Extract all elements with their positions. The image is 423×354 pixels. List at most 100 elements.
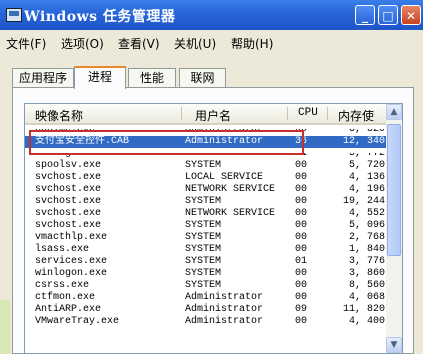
user-name-cell: NETWORK SERVICE (185, 208, 276, 219)
table-row[interactable]: svchost.exe SYSTEM 00 19, 244 (25, 196, 388, 207)
highlight-annotation-box (29, 130, 304, 155)
memory-cell: 4, 552 (348, 208, 385, 219)
column-divider[interactable] (181, 107, 182, 120)
process-name-cell: vmacthlp.exe (35, 232, 108, 243)
tab-applications[interactable]: 应用程序 (12, 68, 74, 87)
column-cpu[interactable]: CPU (298, 107, 318, 119)
tab-performance[interactable]: 性能 (128, 68, 176, 87)
memory-cell: 4, 068 (348, 292, 385, 303)
process-name-cell: spoolsv.exe (35, 160, 102, 171)
table-row[interactable]: VMwareTray.exe Administrator 00 4, 400 (25, 316, 388, 327)
memory-cell: 1, 840 (348, 244, 385, 255)
memory-cell: 3, 860 (348, 268, 385, 279)
menu-options[interactable]: 选项(O) (61, 35, 104, 52)
cpu-cell: 09 (295, 304, 308, 315)
task-manager-app-icon (6, 8, 22, 22)
memory-cell: 3, 820 (348, 124, 385, 135)
minimize-button[interactable]: _ (355, 5, 375, 25)
cpu-cell: 00 (295, 184, 308, 195)
memory-cell: 4, 136 (348, 172, 385, 183)
user-name-cell: SYSTEM (185, 244, 222, 255)
column-header-row: 映像名称 用户名 CPU 内存使 (25, 104, 388, 125)
process-name-cell: svchost.exe (35, 220, 102, 231)
cpu-cell: 00 (295, 280, 308, 291)
cpu-cell: 00 (295, 316, 308, 327)
scroll-up-button[interactable]: ▲ (386, 104, 402, 120)
process-name-cell: svchost.exe (35, 196, 102, 207)
memory-cell: 19, 244 (342, 196, 385, 207)
process-name-cell: csrss.exe (35, 280, 90, 291)
table-row[interactable]: services.exe SYSTEM 01 3, 776 (25, 256, 388, 267)
process-name-cell: svchost.exe (35, 184, 102, 195)
table-row[interactable]: ctfmon.exe Administrator 00 4, 068 (25, 292, 388, 303)
memory-cell: 5, 720 (348, 160, 385, 171)
user-name-cell: SYSTEM (185, 232, 222, 243)
maximize-button[interactable]: □ (378, 5, 398, 25)
user-name-cell: NETWORK SERVICE (185, 184, 276, 195)
process-name-cell: svchost.exe (35, 172, 102, 183)
close-button[interactable]: ✕ (401, 5, 421, 25)
table-row[interactable]: csrss.exe SYSTEM 00 8, 560 (25, 280, 388, 291)
process-name-cell: winlogon.exe (35, 268, 108, 279)
user-name-cell: SYSTEM (185, 196, 222, 207)
cpu-cell: 00 (295, 196, 308, 207)
memory-cell: 5, 096 (348, 220, 385, 231)
user-name-cell: SYSTEM (185, 220, 222, 231)
table-row[interactable]: svchost.exe SYSTEM 00 5, 096 (25, 220, 388, 231)
table-row[interactable]: spoolsv.exe SYSTEM 00 5, 720 (25, 160, 388, 171)
memory-cell: 4, 196 (348, 184, 385, 195)
table-row[interactable]: vmacthlp.exe SYSTEM 00 2, 768 (25, 232, 388, 243)
cpu-cell: 00 (295, 220, 308, 231)
table-row[interactable]: svchost.exe NETWORK SERVICE 00 4, 196 (25, 184, 388, 195)
column-user-name[interactable]: 用户名 (195, 107, 231, 124)
menu-shutdown[interactable]: 关机(U) (174, 35, 216, 52)
cpu-cell: 00 (295, 244, 308, 255)
process-name-cell: VMwareTray.exe (35, 316, 120, 327)
cpu-cell: 00 (295, 268, 308, 279)
user-name-cell: SYSTEM (185, 268, 222, 279)
cpu-cell: 00 (295, 208, 308, 219)
scroll-down-button[interactable]: ▼ (386, 337, 402, 353)
tab-processes[interactable]: 进程 (74, 66, 126, 89)
menu-view[interactable]: 查看(V) (118, 35, 160, 52)
user-name-cell: SYSTEM (185, 160, 222, 171)
window-title: Windows 任务管理器 (24, 9, 176, 25)
process-name-cell: lsass.exe (35, 244, 90, 255)
vertical-scrollbar[interactable]: ▲ ▼ (386, 104, 402, 353)
table-row[interactable]: winlogon.exe SYSTEM 00 3, 860 (25, 268, 388, 279)
background-decoration (0, 300, 10, 354)
task-manager-window: Windows 任务管理器 _ □ ✕ 文件(F) 选项(O) 查看(V) 关机… (0, 0, 423, 354)
cpu-cell: 00 (295, 292, 308, 303)
user-name-cell: Administrator (185, 292, 264, 303)
memory-cell: 12, 340 (342, 136, 385, 147)
memory-cell: 8, 560 (348, 280, 385, 291)
process-name-cell: AntiARP.exe (35, 304, 102, 315)
memory-cell: 5, 772 (348, 148, 385, 159)
cpu-cell: 01 (295, 256, 308, 267)
table-row[interactable]: svchost.exe NETWORK SERVICE 00 4, 552 (25, 208, 388, 219)
title-bar[interactable]: Windows 任务管理器 _ □ ✕ (0, 0, 423, 30)
table-row[interactable]: lsass.exe SYSTEM 00 1, 840 (25, 244, 388, 255)
memory-cell: 11, 820 (342, 304, 385, 315)
column-image-name[interactable]: 映像名称 (35, 107, 83, 124)
column-memory[interactable]: 内存使 (338, 107, 374, 124)
scroll-thumb[interactable] (387, 124, 401, 256)
user-name-cell: Administrator (185, 316, 264, 327)
user-name-cell: Administrator (185, 304, 264, 315)
menu-help[interactable]: 帮助(H) (231, 35, 273, 52)
process-name-cell: svchost.exe (35, 208, 102, 219)
cpu-cell: 00 (295, 232, 308, 243)
user-name-cell: SYSTEM (185, 256, 222, 267)
table-row[interactable]: AntiARP.exe Administrator 09 11, 820 (25, 304, 388, 315)
user-name-cell: SYSTEM (185, 280, 222, 291)
column-divider[interactable] (327, 107, 328, 120)
column-divider[interactable] (287, 107, 288, 120)
user-name-cell: LOCAL SERVICE (185, 172, 264, 183)
menu-bar: 文件(F) 选项(O) 查看(V) 关机(U) 帮助(H) (0, 31, 423, 53)
menu-file[interactable]: 文件(F) (6, 35, 46, 52)
process-name-cell: services.exe (35, 256, 108, 267)
table-row[interactable]: svchost.exe LOCAL SERVICE 00 4, 136 (25, 172, 388, 183)
tab-networking[interactable]: 联网 (179, 68, 226, 87)
memory-cell: 2, 768 (348, 232, 385, 243)
memory-cell: 4, 400 (348, 316, 385, 327)
